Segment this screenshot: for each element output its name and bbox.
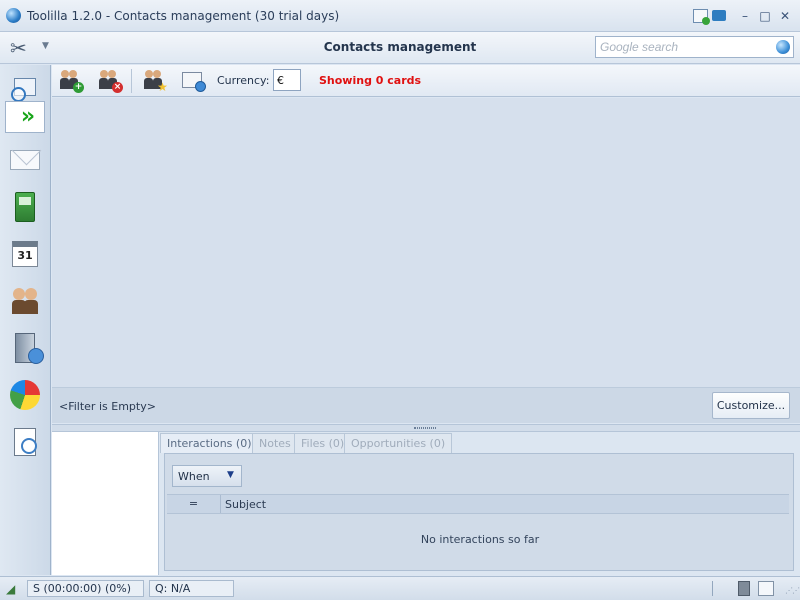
wrench-screwdriver-icon[interactable]: ✂ — [10, 36, 36, 60]
new-window-icon[interactable] — [693, 9, 710, 25]
globe-search-icon[interactable] — [776, 40, 790, 54]
server-icon — [15, 333, 44, 364]
interactions-table-header: = Subject — [167, 494, 789, 514]
search-input[interactable] — [596, 37, 770, 57]
tab-opportunities[interactable]: Opportunities (0) — [344, 433, 453, 453]
splitter[interactable] — [52, 424, 800, 432]
add-contact-button[interactable]: + — [58, 69, 84, 93]
sidebar-item-calendar[interactable]: 31 — [5, 235, 45, 273]
pie-chart-icon — [10, 380, 40, 410]
column-header-status[interactable]: = — [167, 495, 221, 513]
chevron-down-icon[interactable]: ▼ — [42, 41, 49, 51]
calendar-icon: 31 — [12, 241, 38, 267]
people-icon — [10, 286, 40, 316]
favorite-contacts-button[interactable]: ★ — [142, 69, 168, 93]
minimize-button[interactable]: – — [737, 8, 753, 24]
phone-icon — [15, 192, 35, 222]
sidebar-item-search-contacts[interactable] — [5, 67, 45, 105]
report-icon — [14, 428, 37, 456]
interactions-panel: When ▼ = Subject No interactions so far — [164, 453, 794, 571]
empty-message: No interactions so far — [420, 533, 540, 546]
status-separator — [712, 581, 713, 596]
calculator-icon[interactable] — [738, 581, 750, 596]
filter-status[interactable]: <Filter is Empty> — [59, 400, 156, 413]
details-pane: Interactions (0) Notes Files (0) Opportu… — [160, 432, 800, 575]
zoom-icon[interactable] — [758, 581, 774, 596]
timer-status: S (00:00:00) (0%) — [27, 580, 144, 597]
chevron-down-icon: ▼ — [227, 470, 234, 480]
toolbar-separator — [131, 69, 132, 93]
filter-bar: <Filter is Empty> Customize... — [52, 387, 800, 423]
sidebar-item-phone[interactable] — [5, 188, 45, 226]
tab-interactions[interactable]: Interactions (0) — [160, 433, 259, 453]
plus-badge: + — [73, 82, 84, 93]
when-label: When — [178, 470, 210, 483]
currency-label: Currency: — [217, 74, 270, 87]
card-count-status: Showing 0 cards — [319, 74, 422, 87]
sidebar-item-contacts[interactable] — [5, 282, 45, 320]
card-globe-icon — [182, 72, 206, 92]
sidebar-item-mail[interactable] — [5, 141, 45, 179]
resize-grip-icon[interactable]: ⋰⋰ — [785, 586, 800, 595]
status-bar: ◢ S (00:00:00) (0%) Q: N/A ⋰⋰ — [0, 576, 800, 600]
google-search-box[interactable] — [595, 36, 794, 58]
details-list-pane[interactable] — [52, 432, 159, 575]
forward-arrows-icon: » — [20, 104, 35, 129]
envelope-icon — [10, 150, 40, 170]
tab-notes[interactable]: Notes — [252, 433, 298, 453]
customize-button[interactable]: Customize... — [712, 392, 790, 419]
chat-icon[interactable] — [712, 10, 726, 21]
window-title: Toolilla 1.2.0 - Contacts management (30… — [27, 9, 340, 23]
delete-contact-button[interactable]: × — [97, 69, 123, 93]
sidebar-item-forward[interactable]: » — [5, 101, 45, 133]
when-dropdown[interactable]: When ▼ — [172, 465, 242, 487]
toolbar: + × ★ Currency: Showing 0 cards — [52, 65, 800, 97]
star-badge: ★ — [157, 80, 168, 94]
title-bar: Toolilla 1.2.0 - Contacts management (30… — [0, 0, 800, 32]
splitter-grip-icon[interactable] — [414, 427, 436, 429]
sidebar: » 31 — [0, 65, 51, 575]
tab-files[interactable]: Files (0) — [294, 433, 352, 453]
queue-status: Q: N/A — [149, 580, 234, 597]
maximize-button[interactable]: □ — [757, 8, 773, 24]
close-button[interactable]: ✕ — [777, 8, 793, 24]
delete-badge: × — [112, 82, 123, 93]
sidebar-item-reports[interactable] — [5, 423, 45, 461]
search-card-icon — [11, 78, 36, 102]
currency-field[interactable] — [273, 69, 301, 91]
sidebar-item-server[interactable] — [5, 329, 45, 367]
connection-icon: ◢ — [6, 582, 16, 596]
app-logo-icon — [6, 8, 21, 23]
column-header-subject[interactable]: Subject — [225, 498, 266, 511]
card-view-button[interactable] — [180, 69, 206, 93]
page-title: Contacts management — [323, 40, 477, 54]
cards-grid[interactable] — [52, 98, 800, 387]
sidebar-item-charts[interactable] — [5, 376, 45, 414]
